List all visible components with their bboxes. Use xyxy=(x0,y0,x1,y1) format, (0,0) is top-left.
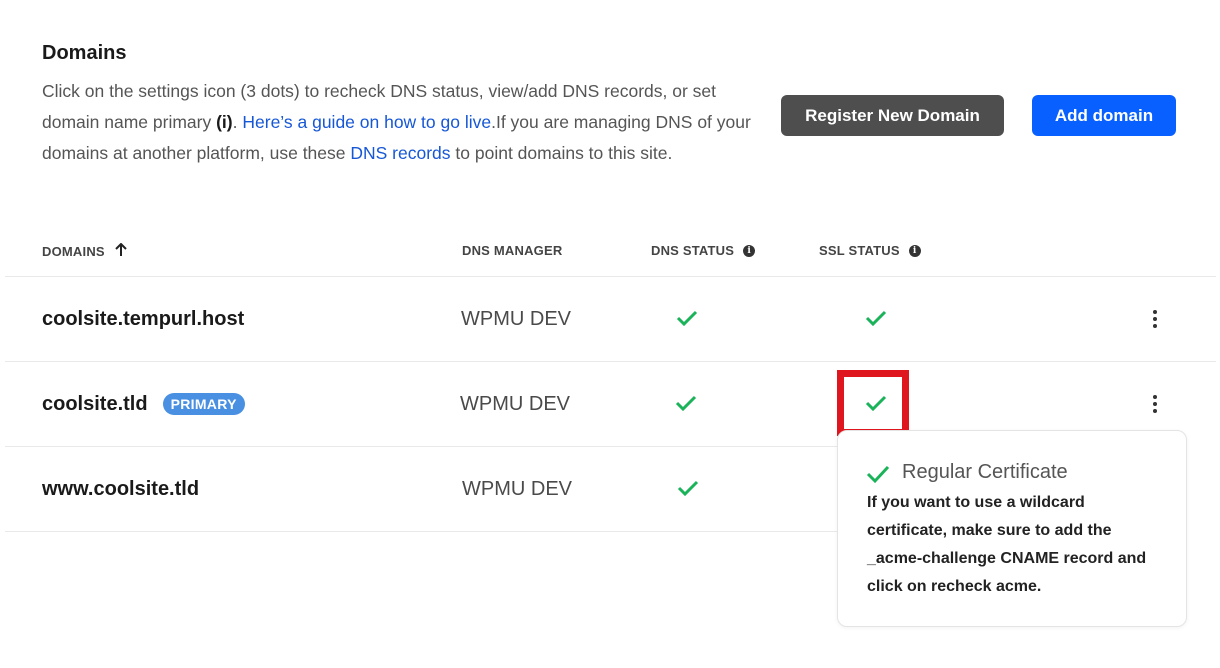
ssl-status-check-icon[interactable] xyxy=(865,309,887,327)
column-header-label: DNS STATUS xyxy=(651,243,735,258)
info-marker: (i) xyxy=(216,112,233,132)
register-new-domain-button[interactable]: Register New Domain xyxy=(781,95,1004,136)
dns-manager-cell: WPMU DEV xyxy=(462,477,572,500)
column-header-dns-manager: DNS MANAGER xyxy=(462,243,562,258)
column-header-label: DNS MANAGER xyxy=(462,243,563,258)
column-header-label: SSL STATUS xyxy=(819,243,900,258)
add-domain-button[interactable]: Add domain xyxy=(1032,95,1176,136)
table-divider xyxy=(5,531,837,532)
dns-status-check-icon xyxy=(677,480,699,497)
description-text: . xyxy=(232,112,243,132)
domain-name: coolsite.tld PRIMARY xyxy=(42,362,245,446)
go-live-guide-link[interactable]: Here’s a guide on how to go live xyxy=(242,112,491,132)
page-description: Click on the settings icon (3 dots) to r… xyxy=(42,76,762,169)
tooltip-title: Regular Certificate xyxy=(902,461,1068,483)
dns-records-link[interactable]: DNS records xyxy=(350,143,450,163)
dns-status-check-icon xyxy=(675,395,697,412)
ssl-status-tooltip: Regular Certificate If you want to use a… xyxy=(837,430,1187,627)
check-icon xyxy=(866,465,890,484)
tooltip-body: If you want to use a wildcard certificat… xyxy=(867,494,1147,595)
description-text: to point domains to this site. xyxy=(450,143,673,163)
more-options-icon[interactable] xyxy=(1144,307,1166,331)
domain-name: coolsite.tempurl.host xyxy=(42,277,244,361)
dns-manager-cell: WPMU DEV xyxy=(461,307,571,330)
dns-manager-cell: WPMU DEV xyxy=(460,392,570,415)
column-header-label: DOMAINS xyxy=(42,244,105,259)
domain-label: www.coolsite.tld xyxy=(42,477,200,500)
primary-badge: PRIMARY xyxy=(162,393,245,415)
info-icon[interactable]: i xyxy=(908,244,921,257)
column-header-dns-status: DNS STATUS i xyxy=(651,243,756,258)
domain-name: www.coolsite.tld xyxy=(42,447,199,531)
info-icon[interactable]: i xyxy=(743,244,756,257)
domain-label: coolsite.tld xyxy=(42,392,148,415)
domain-label: coolsite.tempurl.host xyxy=(42,307,245,330)
dns-status-check-icon xyxy=(676,310,698,327)
page-title: Domains xyxy=(42,42,127,64)
sort-ascending-icon[interactable] xyxy=(115,242,127,260)
column-header-ssl-status: SSL STATUS i xyxy=(819,243,921,258)
ssl-status-highlight xyxy=(837,370,909,436)
column-header-domains[interactable]: DOMAINS xyxy=(42,242,127,260)
table-row: coolsite.tempurl.host WPMU DEV xyxy=(0,277,1220,361)
more-options-icon[interactable] xyxy=(1144,392,1166,416)
